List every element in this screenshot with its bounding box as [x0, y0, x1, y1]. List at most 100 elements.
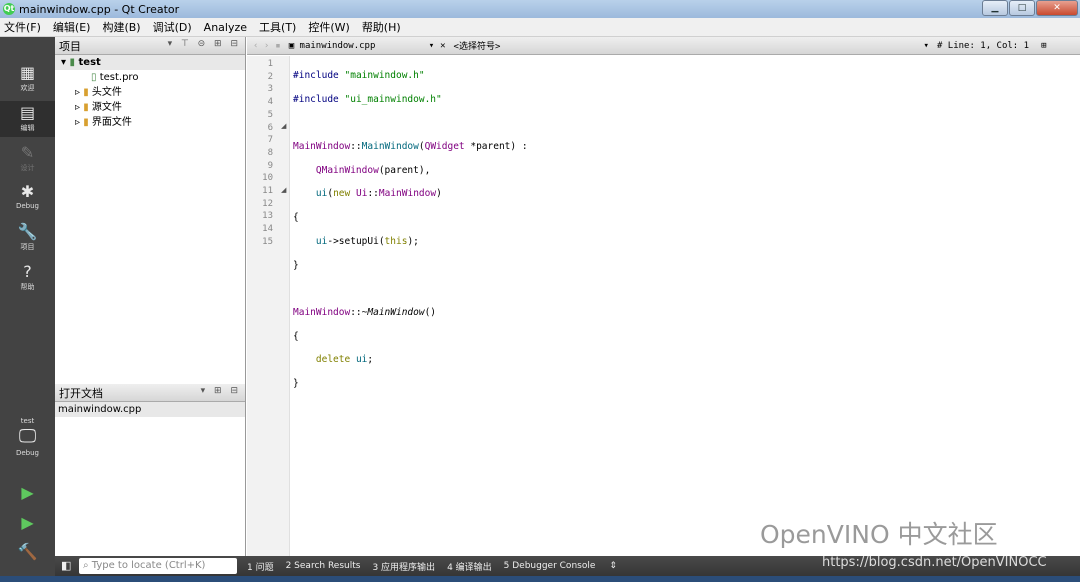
title-bar: Qt mainwindow.cpp - Qt Creator ▁ □ ✕: [0, 0, 1080, 18]
monitor-icon: 🖵: [18, 426, 37, 447]
line-number: 7: [267, 135, 273, 146]
symbol-selector[interactable]: <选择符号>: [454, 39, 924, 52]
watermark: OpenVINO 中文社区: [760, 520, 998, 549]
mode-edit[interactable]: ▤ 编辑: [0, 101, 55, 137]
cpp-file-icon: ▣: [288, 40, 295, 51]
line-number: 6: [267, 122, 273, 133]
menu-edit[interactable]: 编辑(E): [53, 19, 91, 35]
build-button[interactable]: 🔨: [0, 542, 55, 561]
pane-search-results[interactable]: 2 Search Results: [286, 561, 361, 571]
symbol-dropdown-icon[interactable]: ▾: [924, 41, 929, 51]
locate-input[interactable]: ⌕ Type to locate (Ctrl+K): [79, 558, 237, 574]
project-panel-header: 项目 ▾ ⊤ ⊝ ⊞ ⊟: [55, 37, 245, 55]
sidebar-toggle-icon[interactable]: ◧: [61, 559, 71, 572]
pane-more-icon[interactable]: ⇕: [609, 561, 617, 571]
line-number: 9: [267, 160, 273, 171]
open-docs-tools[interactable]: ▾ ⊞ ⊟: [201, 386, 241, 396]
mode-debug[interactable]: ✱ Debug: [0, 182, 55, 216]
line-number-gutter: 1 2 3 4 5 6 7 8 9 10 11 12 13 14 15 ◢ ◢: [247, 56, 290, 556]
taskbar: [0, 576, 1080, 582]
editor-toolbar: ‹ › ▪ ▣ mainwindow.cpp ▾ ✕ <选择符号> ▾ # Li…: [247, 37, 1080, 55]
line-number: 13: [262, 211, 273, 222]
line-number: 2: [267, 71, 273, 82]
mode-projects[interactable]: 🔧 项目: [0, 222, 55, 256]
lock-icon: ▪: [275, 40, 281, 51]
menu-file[interactable]: 文件(F): [4, 19, 41, 35]
close-doc-icon[interactable]: ✕: [440, 41, 445, 51]
menu-bar: 文件(F) 编辑(E) 构建(B) 调试(D) Analyze 工具(T) 控件…: [0, 18, 1080, 37]
open-doc-item[interactable]: mainwindow.cpp: [55, 402, 245, 417]
nav-arrows-icon[interactable]: ‹ ›: [253, 41, 269, 51]
qt-creator-icon: Qt: [3, 3, 15, 15]
line-number: 1: [267, 59, 273, 69]
mode-welcome[interactable]: ▦ 欢迎: [0, 63, 55, 97]
line-number: 5: [267, 109, 273, 120]
line-number: 14: [262, 224, 273, 235]
pane-app-output[interactable]: 3 应用程序输出: [372, 560, 435, 573]
folder-icon: ▮: [83, 117, 89, 128]
tree-item-headers[interactable]: ▹ ▮ 头文件: [55, 85, 245, 100]
play-debug-icon: ▶: [21, 513, 34, 532]
tree-item-forms[interactable]: ▹ ▮ 界面文件: [55, 115, 245, 130]
bug-icon: ✱: [20, 182, 35, 201]
line-number: 12: [262, 198, 273, 209]
pencil-icon: ✎: [20, 143, 35, 162]
open-docs-title: 打开文档: [59, 386, 103, 400]
editor-area: ‹ › ▪ ▣ mainwindow.cpp ▾ ✕ <选择符号> ▾ # Li…: [247, 37, 1080, 556]
folder-icon: ▮: [83, 102, 89, 113]
menu-widgets[interactable]: 控件(W): [308, 19, 349, 35]
play-icon: ▶: [21, 483, 34, 502]
close-button[interactable]: ✕: [1036, 0, 1078, 16]
open-docs-list: mainwindow.cpp: [55, 402, 245, 417]
target-project: test: [20, 417, 35, 425]
folder-icon: ▮: [69, 57, 76, 68]
fold-marker-icon[interactable]: ◢: [281, 186, 286, 194]
menu-build[interactable]: 构建(B): [102, 19, 140, 35]
mode-help[interactable]: ? 帮助: [0, 262, 55, 296]
grid-icon: ▦: [19, 63, 36, 82]
tree-root[interactable]: ▾ ▮ test: [55, 55, 245, 70]
pane-compile-output[interactable]: 4 编译输出: [447, 560, 492, 573]
pane-issues[interactable]: 1 问题: [247, 560, 274, 573]
document-icon: ▤: [19, 103, 36, 122]
menu-analyze[interactable]: Analyze: [204, 21, 247, 34]
menu-tools[interactable]: 工具(T): [259, 19, 296, 35]
line-number: 11: [262, 186, 273, 196]
tree-item-sources[interactable]: ▹ ▮ 源文件: [55, 100, 245, 115]
line-number: 3: [267, 84, 273, 95]
split-icon[interactable]: ⊞: [1041, 41, 1046, 51]
panel-tools[interactable]: ▾ ⊤ ⊝ ⊞ ⊟: [168, 39, 241, 49]
dropdown-icon[interactable]: ▾: [429, 41, 434, 51]
maximize-button[interactable]: □: [1009, 0, 1035, 16]
line-number: 8: [267, 147, 273, 158]
fold-marker-icon[interactable]: ◢: [281, 122, 286, 130]
run-button[interactable]: ▶: [0, 483, 55, 502]
file-selector[interactable]: ▣ mainwindow.cpp: [289, 41, 429, 51]
window-title: mainwindow.cpp - Qt Creator: [19, 2, 180, 16]
minimize-button[interactable]: ▁: [982, 0, 1008, 16]
open-docs-header: 打开文档 ▾ ⊞ ⊟: [55, 384, 245, 402]
mode-bar: ▦ 欢迎 ▤ 编辑 ✎ 设计 ✱ Debug 🔧 项目 ? 帮助 test 🖵 Debug …: [0, 37, 55, 582]
file-icon: ▯: [91, 72, 97, 83]
line-number: 10: [262, 173, 273, 184]
folder-icon: ▮: [83, 87, 89, 98]
help-icon: ?: [23, 262, 32, 281]
csdn-watermark: https://blog.csdn.net/OpenVINOCC: [822, 555, 1047, 570]
tree-item-pro[interactable]: ▯ test.pro: [55, 70, 245, 85]
hammer-icon: 🔨: [17, 542, 38, 561]
debug-run-button[interactable]: ▶: [0, 513, 55, 532]
code-text[interactable]: #include "mainwindow.h" #include "ui_mai…: [293, 59, 528, 436]
project-tree: ▾ ▮ test ▯ test.pro ▹ ▮ 头文件 ▹ ▮ 源文件 ▹ ▮ …: [55, 55, 245, 130]
cursor-position: # Line: 1, Col: 1: [936, 40, 1030, 51]
line-number: 15: [262, 236, 273, 247]
target-selector[interactable]: test 🖵 Debug: [0, 417, 55, 469]
line-number: 4: [267, 97, 273, 108]
target-config: Debug: [15, 449, 40, 457]
menu-help[interactable]: 帮助(H): [362, 19, 401, 35]
menu-debug[interactable]: 调试(D): [153, 19, 192, 35]
wrench-icon: 🔧: [17, 222, 38, 241]
project-panel-title: 项目: [59, 39, 81, 53]
mode-design: ✎ 设计: [0, 143, 55, 177]
pane-debugger-console[interactable]: 5 Debugger Console: [504, 561, 596, 571]
project-panel: 项目 ▾ ⊤ ⊝ ⊞ ⊟ ▾ ▮ test ▯ test.pro ▹ ▮ 头文件…: [55, 37, 246, 556]
